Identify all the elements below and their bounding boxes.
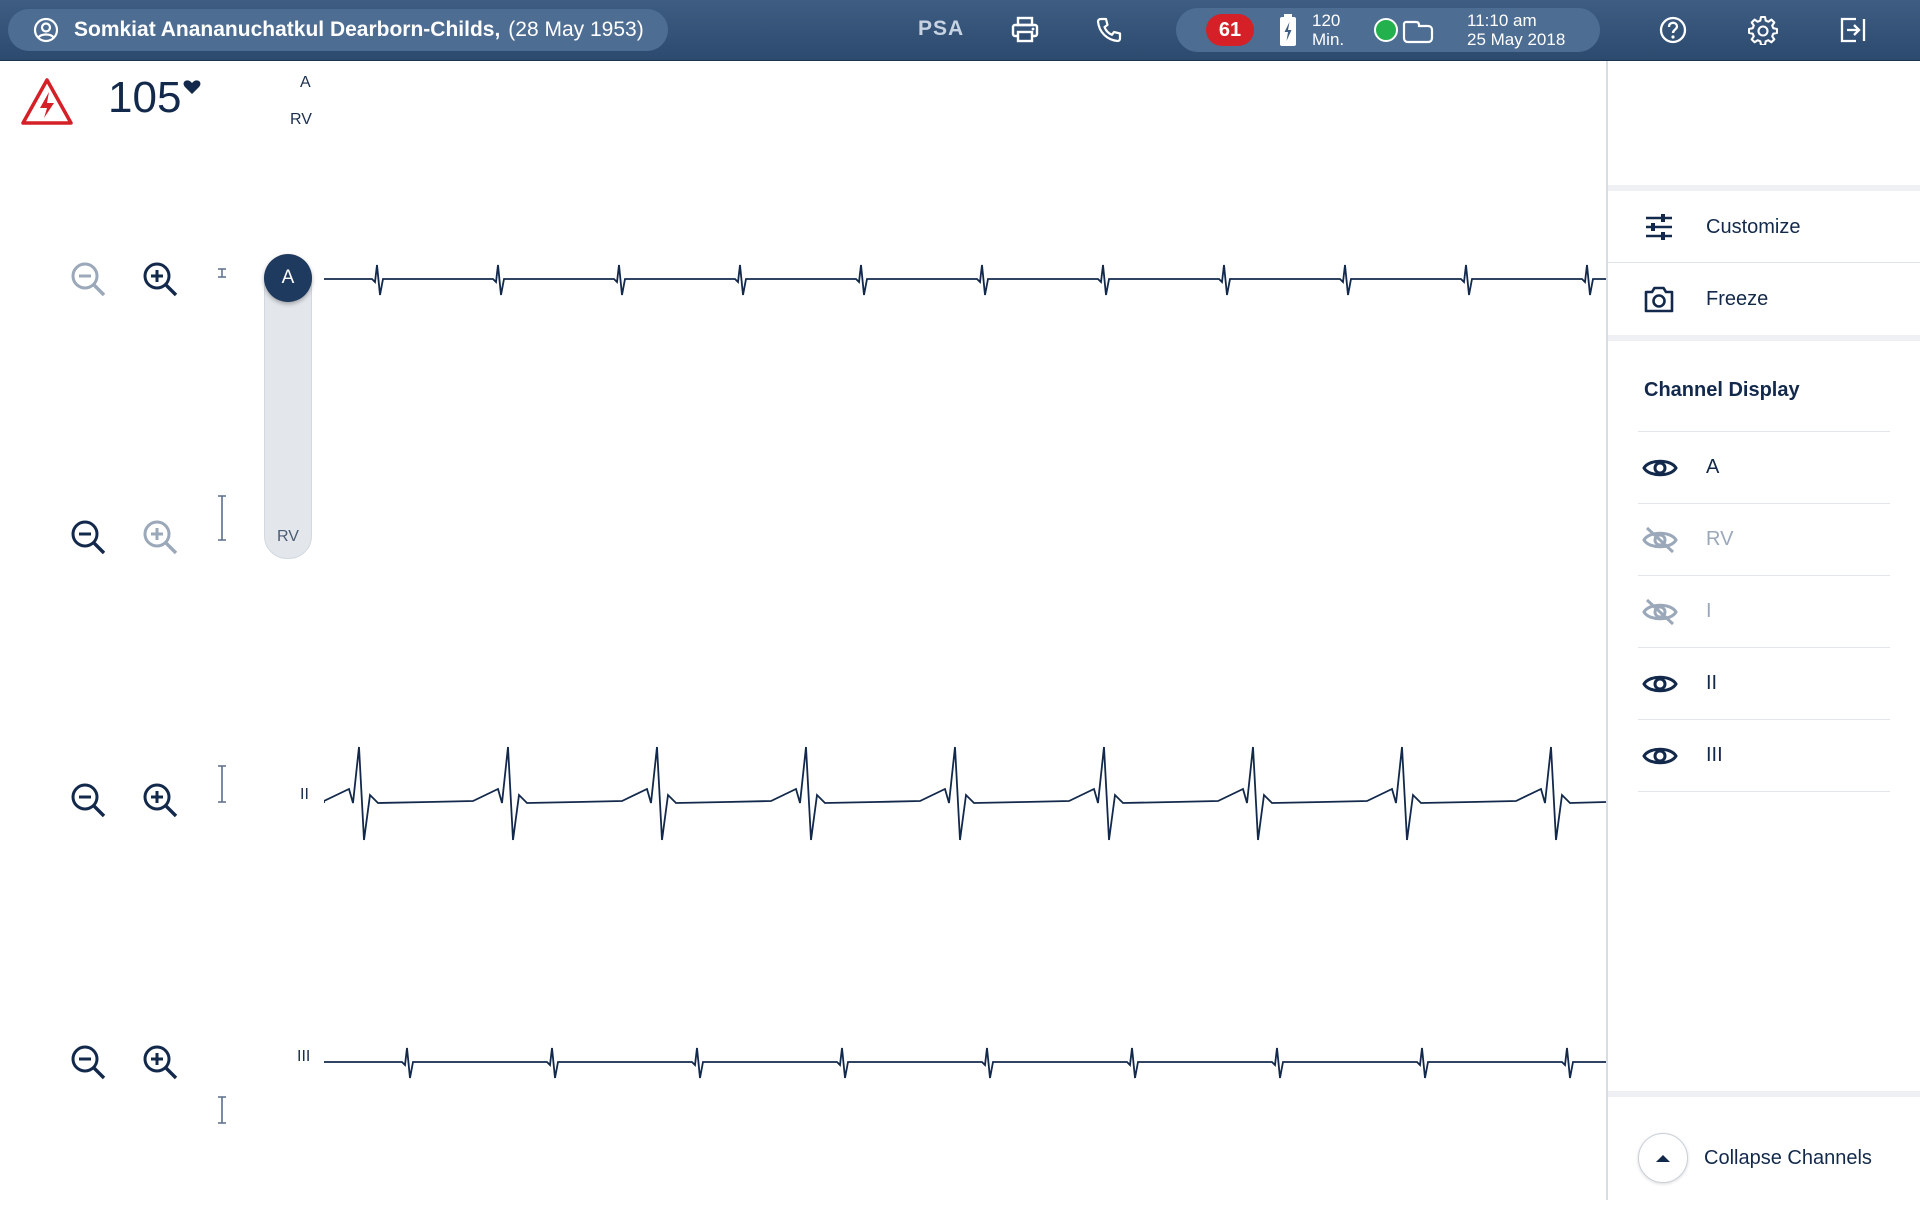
left-control-panel: 105 A RV A RV II III [0,61,326,1200]
amplitude-scale-marker [216,1096,228,1124]
zoom-out-button[interactable] [68,259,108,299]
clock: 11:10 am 25 May 2018 [1467,11,1565,49]
section-separator [1608,335,1920,341]
zoom-out-button[interactable] [68,780,108,820]
lead-label-top: A [300,74,311,91]
clock-date: 25 May 2018 [1467,30,1566,49]
channel-label: III [297,1048,311,1065]
phone-icon[interactable] [1092,13,1126,47]
status-panel: 61 120 Min. 11:10 am 25 May 2018 [1176,8,1600,52]
channel-toggle-label: RV [1706,528,1734,550]
amplitude-scale-marker [216,495,228,541]
channel-toggle-rv[interactable]: RV [1638,503,1890,575]
exit-icon[interactable] [1836,13,1870,47]
camera-icon [1642,282,1676,316]
gear-icon[interactable] [1746,13,1780,47]
zoom-out-button[interactable] [68,1042,108,1082]
eye-icon [1642,450,1678,486]
pads-icon [1402,16,1434,49]
lead-label-bottom: RV [290,111,312,128]
zoom-in-button[interactable] [140,1042,180,1082]
customize-label: Customize [1706,215,1801,238]
chevron-up-icon [1656,1155,1670,1162]
zoom-in-button[interactable] [140,259,180,299]
user-icon [32,16,60,44]
battery-status: 120 Min. [1312,11,1344,49]
top-bar: Somkiat Anananuchatkul Dearborn-Childs, … [0,0,1920,61]
connection-status-indicator [1374,18,1398,42]
ecg-trace-channel-3 [323,746,1607,841]
shock-alert-icon [20,77,74,132]
channel-toggle-i[interactable]: I [1638,575,1890,647]
customize-button[interactable]: Customize [1608,192,1920,262]
zoom-in-button[interactable] [140,517,180,557]
channel-toggle-label: A [1706,456,1720,478]
eye-off-icon [1642,522,1678,558]
battery-icon [1278,13,1298,52]
collapse-channels-label: Collapse Channels [1704,1146,1872,1169]
channel-toggle-ii[interactable]: II [1638,647,1890,719]
amplitude-scale-marker [216,765,228,803]
mode-label[interactable]: PSA [918,17,964,41]
zoom-out-button[interactable] [68,517,108,557]
channel-toggle-label: II [1706,672,1718,694]
heart-rate-value: 105 [108,73,182,122]
lead-selector-slider[interactable]: A RV [264,254,312,559]
section-separator [1608,1091,1920,1097]
battery-unit: Min. [1312,30,1345,49]
channel-toggle-label: III [1706,744,1723,766]
patient-dob: (28 May 1953) [508,18,644,41]
channel-toggle-iii[interactable]: III [1638,719,1890,792]
alarm-count-badge[interactable]: 61 [1206,14,1254,46]
patient-banner[interactable]: Somkiat Anananuchatkul Dearborn-Childs, … [8,9,668,51]
clock-time: 11:10 am [1467,11,1537,30]
right-options-panel: Customize Freeze Channel Display A RV I … [1606,61,1920,1200]
eye-icon [1642,738,1678,774]
sliders-icon [1642,210,1676,244]
eye-off-icon [1642,594,1678,630]
channel-toggle-a[interactable]: A [1638,431,1890,503]
lead-selector-bottom-label: RV [277,528,299,545]
battery-minutes: 120 [1312,11,1341,30]
lead-selector-knob[interactable]: A [264,254,312,302]
printer-icon[interactable] [1008,13,1042,47]
heart-icon [183,79,201,100]
collapse-channels-button[interactable] [1638,1133,1688,1183]
channel-display-title: Channel Display [1644,379,1800,401]
ecg-waveform-area [323,61,1607,1200]
eye-icon [1642,666,1678,702]
section-separator [1608,185,1920,191]
help-icon[interactable] [1656,13,1690,47]
freeze-label: Freeze [1706,287,1769,310]
freeze-button[interactable]: Freeze [1608,264,1920,334]
amplitude-scale-marker [216,267,228,279]
collapse-channels-control[interactable]: Collapse Channels [1608,1123,1920,1193]
divider [1608,262,1920,263]
channel-label: II [300,786,309,803]
zoom-in-button[interactable] [140,780,180,820]
channel-toggle-label: I [1706,600,1712,622]
patient-name: Somkiat Anananuchatkul Dearborn-Childs, [74,18,501,41]
ecg-trace-channel-4 [324,1047,1606,1079]
ecg-trace-channel-1 [324,264,1606,296]
